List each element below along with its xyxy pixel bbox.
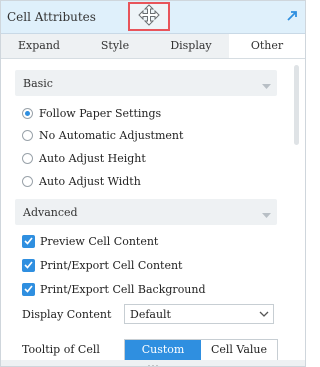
- chevron-down-icon: [255, 305, 273, 323]
- collapse-caret-icon: [262, 80, 271, 93]
- check-preview-cell-content[interactable]: Preview Cell Content: [22, 232, 158, 250]
- collapse-caret-icon: [262, 209, 271, 222]
- checkbox[interactable]: [22, 258, 35, 272]
- advanced-section-label: Advanced: [23, 206, 78, 219]
- tab-display[interactable]: Display: [153, 34, 229, 58]
- expand-arrow-icon[interactable]: [285, 9, 299, 23]
- content-area: Basic Follow Paper Settings No Automatic…: [1, 59, 305, 361]
- basic-section-label: Basic: [23, 77, 53, 90]
- radio-label: Auto Adjust Height: [39, 151, 146, 165]
- tab-expand[interactable]: Expand: [1, 34, 77, 58]
- checkbox-label: Preview Cell Content: [40, 234, 159, 248]
- tab-bar: Expand Style Display Other: [1, 34, 305, 59]
- grip-dots-icon: [148, 357, 158, 366]
- radio-label: Follow Paper Settings: [39, 106, 162, 120]
- radio-label: No Automatic Adjustment: [39, 128, 184, 142]
- tab-style[interactable]: Style: [77, 34, 153, 58]
- radio-auto-adjust-height[interactable]: Auto Adjust Height: [22, 149, 146, 167]
- panel-title: Cell Attributes: [7, 10, 96, 24]
- checkbox[interactable]: [22, 234, 35, 248]
- radio-auto-adjust-width[interactable]: Auto Adjust Width: [22, 172, 141, 190]
- resize-handle[interactable]: [1, 360, 305, 366]
- checkbox[interactable]: [22, 282, 35, 296]
- radio-button[interactable]: [22, 175, 33, 187]
- vertical-scrollbar-thumb[interactable]: [294, 65, 299, 145]
- check-print-export-cell-content[interactable]: Print/Export Cell Content: [22, 256, 182, 274]
- tab-other[interactable]: Other: [229, 34, 305, 58]
- advanced-section-header[interactable]: Advanced: [15, 199, 277, 225]
- display-content-label: Display Content: [22, 308, 112, 321]
- radio-button[interactable]: [22, 129, 33, 141]
- tooltip-label: Tooltip of Cell: [22, 343, 100, 356]
- checkbox-label: Print/Export Cell Background: [40, 282, 206, 296]
- radio-button[interactable]: [22, 107, 33, 119]
- basic-section-header[interactable]: Basic: [15, 70, 277, 96]
- display-content-value: Default: [130, 308, 171, 321]
- radio-label: Auto Adjust Width: [39, 174, 141, 188]
- cell-attributes-panel: Cell Attributes Expand Style Display Oth…: [0, 0, 306, 367]
- checkbox-label: Print/Export Cell Content: [40, 258, 183, 272]
- radio-follow-paper-settings[interactable]: Follow Paper Settings: [22, 104, 161, 122]
- panel-titlebar[interactable]: Cell Attributes: [1, 1, 305, 34]
- tooltip-option-cell-value[interactable]: Cell Value: [201, 340, 277, 360]
- tooltip-option-custom[interactable]: Custom: [125, 340, 201, 360]
- move-handle[interactable]: [128, 2, 170, 31]
- display-content-select[interactable]: Default: [124, 304, 274, 324]
- check-print-export-cell-background[interactable]: Print/Export Cell Background: [22, 280, 206, 298]
- move-arrows-icon: [138, 4, 160, 29]
- radio-button[interactable]: [22, 152, 33, 164]
- radio-no-automatic-adjustment[interactable]: No Automatic Adjustment: [22, 126, 183, 144]
